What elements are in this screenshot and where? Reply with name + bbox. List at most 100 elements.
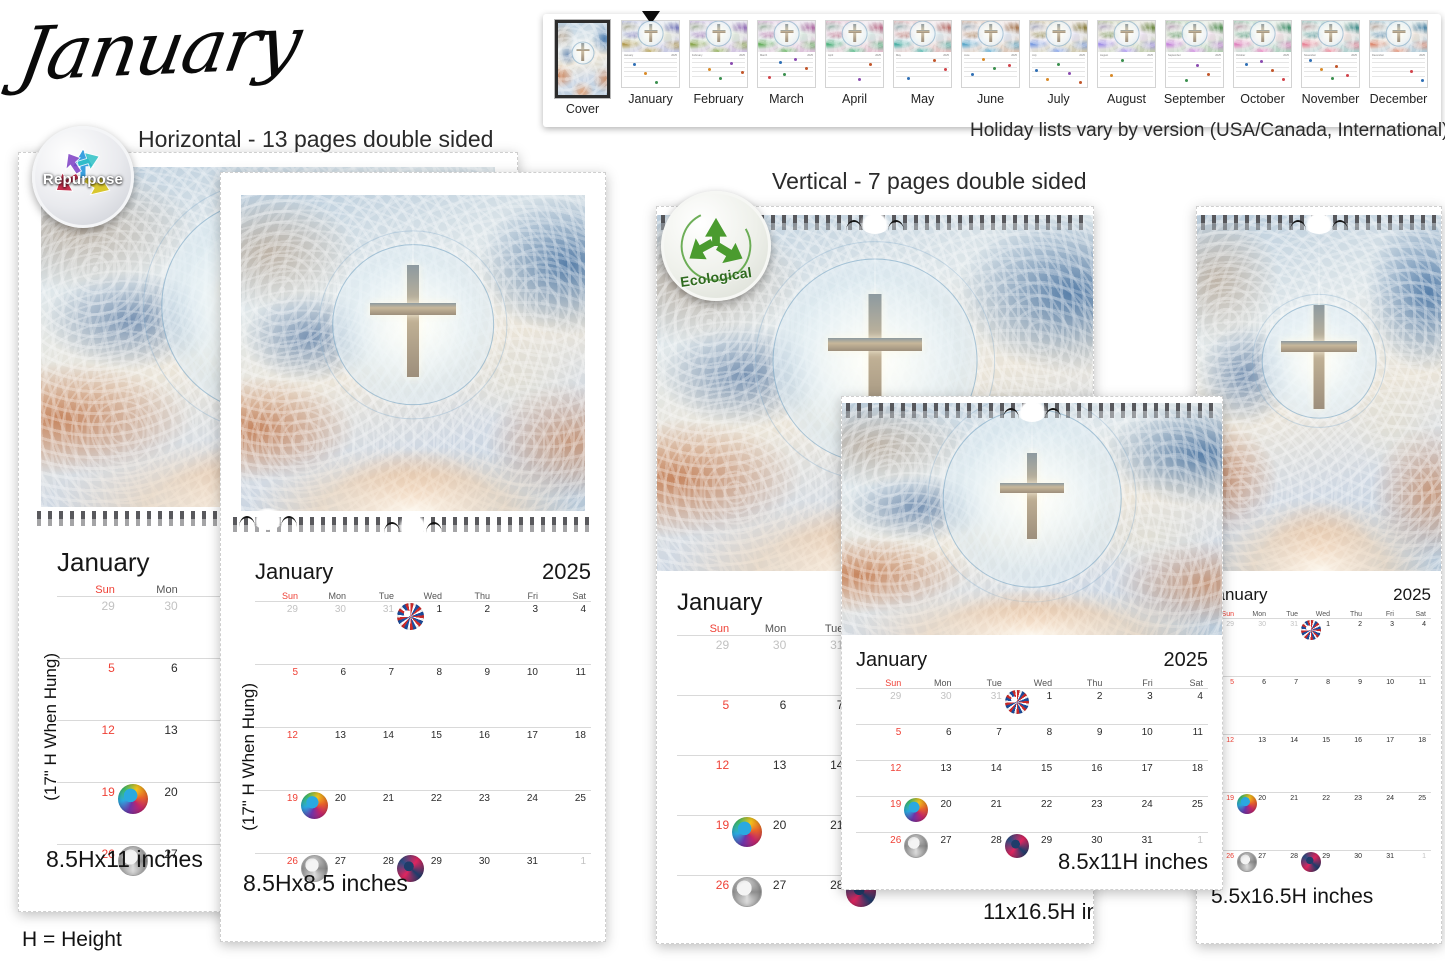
thumbnail-march[interactable]: March 2025 March bbox=[753, 20, 820, 106]
day-number: 6 bbox=[946, 727, 952, 738]
calendar-day-cell: 25 bbox=[1158, 797, 1208, 832]
thumbnail-may[interactable]: May 2025 May bbox=[889, 20, 956, 106]
thumbnail-october[interactable]: October 2025 October bbox=[1229, 20, 1296, 106]
mini-holiday-dot-icon bbox=[858, 78, 862, 82]
thumbnail-june[interactable]: June 2025 June bbox=[957, 20, 1024, 106]
product-preview-8_5Hx8_5[interactable]: January 2025 Sun Mon Tue Wed Thu Fri Sat 29 30 31 1 2… bbox=[220, 172, 606, 942]
calendar-weeks: 2930311234567891011121314151617181920212… bbox=[856, 688, 1208, 868]
calendar-day-cell: 11 bbox=[1158, 725, 1208, 760]
day-number: 19 bbox=[286, 793, 298, 804]
day-number: 21 bbox=[382, 793, 394, 804]
day-number: 2 bbox=[484, 604, 490, 615]
day-number: 1 bbox=[1326, 621, 1330, 628]
day-number: 1 bbox=[1422, 853, 1426, 860]
day-number: 14 bbox=[382, 730, 394, 741]
day-number: 4 bbox=[1197, 691, 1203, 702]
mini-holiday-dot-icon bbox=[1421, 79, 1425, 83]
calendar-month-label: January bbox=[856, 649, 928, 671]
weekday-header-mon: Mon bbox=[328, 591, 346, 601]
thumbnail-label: March bbox=[769, 92, 804, 106]
day-number: 14 bbox=[990, 763, 1002, 774]
mini-holiday-dot-icon bbox=[1185, 79, 1189, 83]
day-number: 7 bbox=[996, 727, 1002, 738]
product-preview-5_5x16_5H[interactable]: January 2025 Sun Mon Tue Wed Thu Fri Sat 29 30 31 1 2… bbox=[1196, 206, 1442, 944]
weekday-header-fri: Fri bbox=[1385, 611, 1394, 618]
thumbnail-february[interactable]: February 2025 February bbox=[685, 20, 752, 106]
calendar-day-cell: 28 bbox=[791, 876, 848, 935]
calendar-artwork bbox=[241, 195, 585, 511]
calendar-day-cell: 7 bbox=[351, 665, 399, 727]
day-number: 11 bbox=[575, 667, 586, 678]
calendar-week-row: 12 13 14 15 16 17 18 bbox=[856, 760, 1208, 796]
page-title: January bbox=[12, 0, 306, 98]
day-number: 3 bbox=[1390, 621, 1394, 628]
day-number: 6 bbox=[779, 698, 787, 712]
calendar-day-cell: 21 bbox=[1271, 793, 1303, 850]
day-number: 28 bbox=[382, 856, 394, 867]
mini-holiday-dot-icon bbox=[1282, 78, 1286, 82]
mini-holiday-dot-icon bbox=[1046, 78, 1050, 82]
day-number: 27 bbox=[772, 878, 787, 892]
day-number: 13 bbox=[1258, 737, 1266, 744]
calendar-day-cell: 9 bbox=[1335, 677, 1367, 734]
day-number: 6 bbox=[1262, 679, 1266, 686]
thumbnail-september[interactable]: September 2025 September bbox=[1161, 20, 1228, 106]
thumbnail-mini-calendar: March 2025 bbox=[758, 52, 815, 87]
day-number: 12 bbox=[890, 763, 902, 774]
thumbnail-image: July 2025 bbox=[1029, 20, 1088, 88]
calendar-week-row: 5 6 7 8 9 10 11 bbox=[255, 664, 591, 727]
day-number: 13 bbox=[164, 723, 178, 737]
thumbnail-label: Cover bbox=[565, 102, 600, 116]
thumbnail-april[interactable]: April 2025 April bbox=[821, 20, 888, 106]
thumbnail-label: February bbox=[693, 92, 744, 106]
day-number: 16 bbox=[478, 730, 490, 741]
day-number: 9 bbox=[1096, 727, 1103, 738]
thumbnail-august[interactable]: August 2025 August bbox=[1093, 20, 1160, 106]
calendar-day-cell: 6 bbox=[906, 725, 956, 760]
holiday-version-note: Holiday lists vary by version (USA/Canad… bbox=[970, 120, 1445, 141]
day-number: 11 bbox=[1192, 727, 1203, 738]
day-number: 27 bbox=[940, 835, 952, 846]
calendar-day-cell: 24 bbox=[1107, 797, 1157, 832]
calendar-day-cell: 18 bbox=[1399, 735, 1431, 792]
thumbnail-mini-calendar: July 2025 bbox=[1030, 52, 1087, 87]
calendar-day-cell: 4 bbox=[1399, 619, 1431, 676]
month-thumbnail-strip[interactable]: Cover January 2025 January February 2025 Febru… bbox=[543, 11, 1441, 127]
size-label-8_5x11H: 8.5x11H inches bbox=[1057, 849, 1208, 874]
day-number: 31 bbox=[1386, 853, 1394, 860]
day-number: 24 bbox=[526, 793, 538, 804]
thumbnail-image: August 2025 bbox=[1097, 20, 1156, 88]
calendar-day-cell: 20 bbox=[1237, 793, 1271, 850]
product-preview-8_5x11H[interactable]: January 2025 Sun Mon Tue Wed Thu Fri Sat 29 30 31 1 2… bbox=[841, 396, 1223, 890]
calendar-day-cell: 18 bbox=[1158, 761, 1208, 796]
thumbnail-november[interactable]: November 2025 November bbox=[1297, 20, 1364, 106]
calendar-artwork bbox=[1197, 215, 1441, 571]
thumbnail-january[interactable]: January 2025 January bbox=[617, 11, 684, 106]
day-number: 5 bbox=[895, 727, 902, 738]
calendar-day-cell: 30 bbox=[120, 597, 183, 658]
hung-height-label-8_5Hx8_5: (17" H When Hung) bbox=[239, 683, 258, 831]
repurpose-badge-label: Repurpose bbox=[42, 171, 124, 188]
thumbnail-mini-calendar: May 2025 bbox=[894, 52, 951, 87]
calendar-weeks: 2930311234567891011121314151617181920212… bbox=[1207, 618, 1431, 908]
calendar-day-cell: 1 bbox=[1301, 619, 1335, 676]
calendar-weeks: 2930311234567891011121314151617181920212… bbox=[255, 601, 591, 916]
calendar-day-cell: 12 bbox=[255, 728, 303, 790]
calendar-day-cell: 5 bbox=[255, 665, 303, 727]
calendar-artwork bbox=[842, 403, 1222, 635]
calendar-day-cell: 23 bbox=[1335, 793, 1367, 850]
spiral-binding bbox=[233, 514, 593, 536]
calendar-day-cell: 8 bbox=[1303, 677, 1335, 734]
thumbnail-cover[interactable]: Cover bbox=[549, 19, 616, 116]
calendar-day-cell: 8 bbox=[1007, 725, 1057, 760]
thumbnail-mini-calendar: October 2025 bbox=[1234, 52, 1291, 87]
calendar-day-cell: 27 bbox=[904, 833, 956, 868]
holiday-sticker-icon bbox=[1004, 690, 1029, 714]
thumbnail-label: June bbox=[976, 92, 1005, 106]
calendar-day-cell: 21 bbox=[351, 791, 399, 853]
thumbnail-december[interactable]: December 2025 December bbox=[1365, 20, 1432, 106]
calendar-day-cell: 31 bbox=[791, 636, 848, 695]
thumbnail-july[interactable]: July 2025 July bbox=[1025, 20, 1092, 106]
thumbnail-label: January bbox=[628, 92, 673, 106]
thumbnail-label: April bbox=[841, 92, 867, 106]
